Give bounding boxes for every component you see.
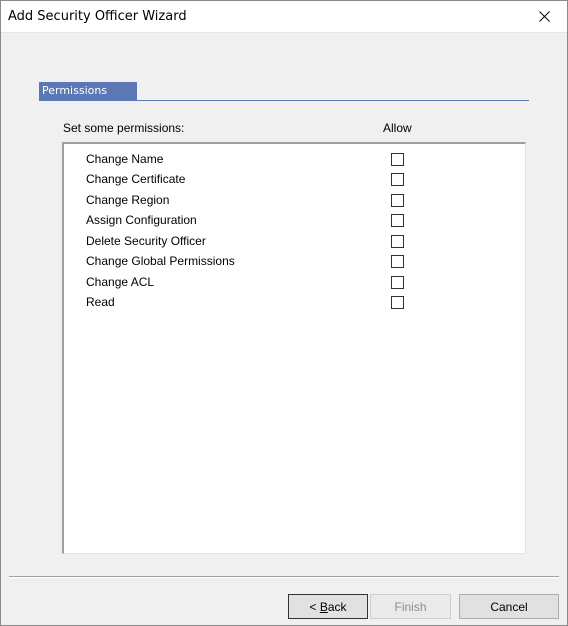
- permission-label: Read: [86, 295, 115, 309]
- permission-row: Change Region: [86, 190, 506, 210]
- permission-row: Change Certificate: [86, 169, 506, 189]
- permission-row: Change Name: [86, 149, 506, 169]
- permission-label: Assign Configuration: [86, 213, 197, 227]
- permission-label: Change ACL: [86, 275, 155, 289]
- tab-permissions[interactable]: Permissions: [39, 82, 138, 100]
- permission-row: Assign Configuration: [86, 210, 506, 230]
- allow-column-header: Allow: [383, 121, 412, 135]
- back-button-prefix: <: [309, 599, 320, 614]
- allow-checkbox[interactable]: [391, 173, 404, 186]
- permission-row: Change Global Permissions: [86, 251, 506, 271]
- allow-checkbox[interactable]: [391, 276, 404, 289]
- permission-label: Change Name: [86, 152, 164, 166]
- close-button[interactable]: [522, 1, 567, 32]
- permission-label: Change Certificate: [86, 172, 186, 186]
- permission-label: Delete Security Officer: [86, 234, 206, 248]
- permissions-list[interactable]: Change Name Change Certificate Change Re…: [62, 142, 526, 554]
- back-button-rest: ack: [327, 599, 347, 614]
- permission-row: Read: [86, 292, 506, 312]
- back-button-mnemonic: B: [319, 599, 328, 614]
- close-icon: [539, 11, 550, 22]
- wizard-window: Add Security Officer Wizard Permissions …: [0, 0, 568, 626]
- permission-label: Change Global Permissions: [86, 254, 235, 268]
- allow-checkbox[interactable]: [391, 214, 404, 227]
- permission-row: Delete Security Officer: [86, 231, 506, 251]
- back-button[interactable]: < Back: [288, 594, 368, 619]
- permission-label: Change Region: [86, 193, 170, 207]
- allow-checkbox[interactable]: [391, 255, 404, 268]
- window-title: Add Security Officer Wizard: [8, 9, 187, 24]
- cancel-button[interactable]: Cancel: [459, 594, 559, 619]
- tab-strip: Permissions: [39, 82, 529, 102]
- finish-button[interactable]: Finish: [370, 594, 451, 619]
- permission-row: Change ACL: [86, 272, 506, 292]
- allow-checkbox[interactable]: [391, 194, 404, 207]
- tab-underline: [39, 100, 529, 101]
- footer-separator: [9, 576, 559, 578]
- allow-checkbox[interactable]: [391, 153, 404, 166]
- title-bar: Add Security Officer Wizard: [1, 1, 567, 33]
- allow-checkbox[interactable]: [391, 296, 404, 309]
- allow-checkbox[interactable]: [391, 235, 404, 248]
- set-permissions-label: Set some permissions:: [63, 121, 185, 135]
